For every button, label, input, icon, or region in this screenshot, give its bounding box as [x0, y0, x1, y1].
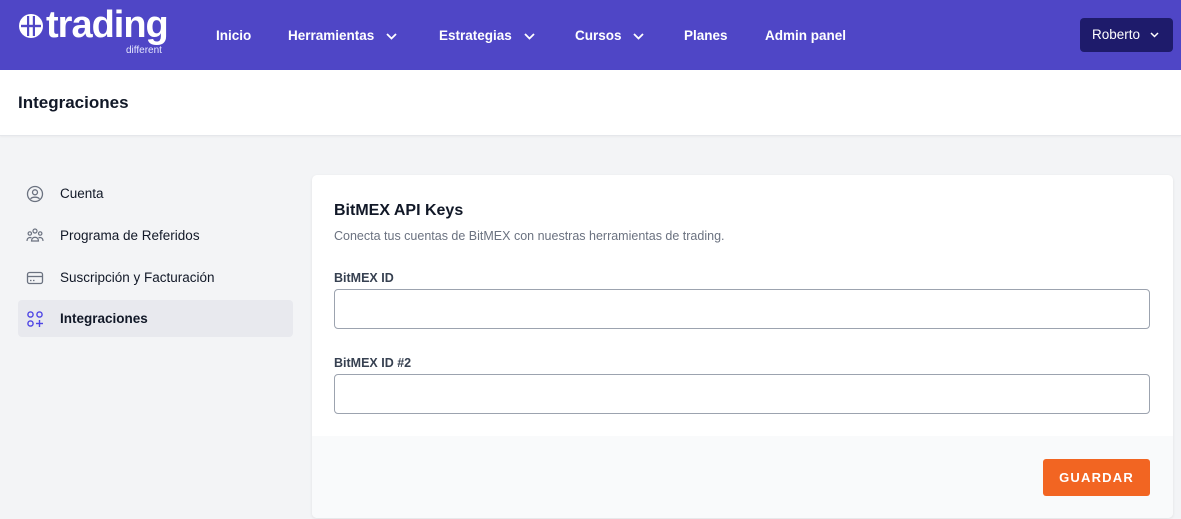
card-title: BitMEX API Keys	[334, 202, 464, 219]
card-footer: GUARDAR	[312, 436, 1173, 518]
sidebar-item-referidos[interactable]: Programa de Referidos	[18, 217, 293, 254]
card-subtitle: Conecta tus cuentas de BitMEX con nuestr…	[334, 229, 725, 243]
globe-icon	[19, 14, 43, 38]
nav-herramientas[interactable]: Herramientas	[288, 27, 397, 45]
chevron-down-icon	[633, 33, 644, 40]
user-circle-icon	[26, 185, 44, 203]
user-name: Roberto	[1092, 27, 1141, 42]
bitmex-id-input[interactable]	[334, 289, 1150, 329]
nav-planes[interactable]: Planes	[684, 27, 728, 45]
nav-inicio-label: Inicio	[216, 28, 252, 43]
nav-planes-label: Planes	[684, 28, 728, 43]
brand-logo[interactable]: trading different	[18, 4, 178, 61]
page-header: Integraciones	[0, 70, 1181, 136]
nav-admin-panel[interactable]: Admin panel	[765, 27, 846, 45]
bitmex-id-2-label: BitMEX ID #2	[334, 356, 412, 370]
nav-cursos-label: Cursos	[575, 28, 622, 43]
chevron-down-icon	[523, 33, 535, 40]
user-menu-button[interactable]: Roberto	[1080, 18, 1173, 52]
chevron-down-icon	[386, 33, 397, 40]
sidebar-item-integraciones[interactable]: Integraciones	[18, 300, 293, 337]
bitmex-id-2-input[interactable]	[334, 374, 1150, 414]
bitmex-id-label: BitMEX ID	[334, 271, 394, 285]
sidebar-item-label: Cuenta	[60, 186, 104, 201]
nav-estrategias-label: Estrategias	[439, 28, 512, 43]
sidebar-item-label: Integraciones	[60, 311, 148, 326]
credit-card-icon	[26, 271, 44, 285]
top-navbar: trading different Inicio Herramientas Es…	[0, 0, 1181, 70]
nav-cursos[interactable]: Cursos	[575, 27, 644, 45]
nav-admin-label: Admin panel	[765, 28, 847, 43]
apps-add-icon	[27, 311, 43, 327]
nav-herramientas-label: Herramientas	[288, 28, 375, 43]
nav-estrategias[interactable]: Estrategias	[439, 27, 535, 45]
brand-tagline: different	[126, 45, 162, 56]
chevron-down-icon	[1150, 32, 1159, 38]
users-icon	[26, 228, 44, 242]
brand-name: trading	[46, 4, 169, 46]
page-title: Integraciones	[18, 93, 129, 112]
sidebar-item-cuenta[interactable]: Cuenta	[18, 175, 293, 212]
save-button[interactable]: GUARDAR	[1043, 459, 1150, 496]
sidebar-item-label: Programa de Referidos	[60, 228, 200, 243]
sidebar-item-suscripcion[interactable]: Suscripción y Facturación	[18, 259, 293, 296]
nav-inicio[interactable]: Inicio	[216, 27, 251, 45]
sidebar-item-label: Suscripción y Facturación	[60, 270, 215, 285]
bitmex-api-keys-card: BitMEX API Keys Conecta tus cuentas de B…	[312, 175, 1173, 518]
